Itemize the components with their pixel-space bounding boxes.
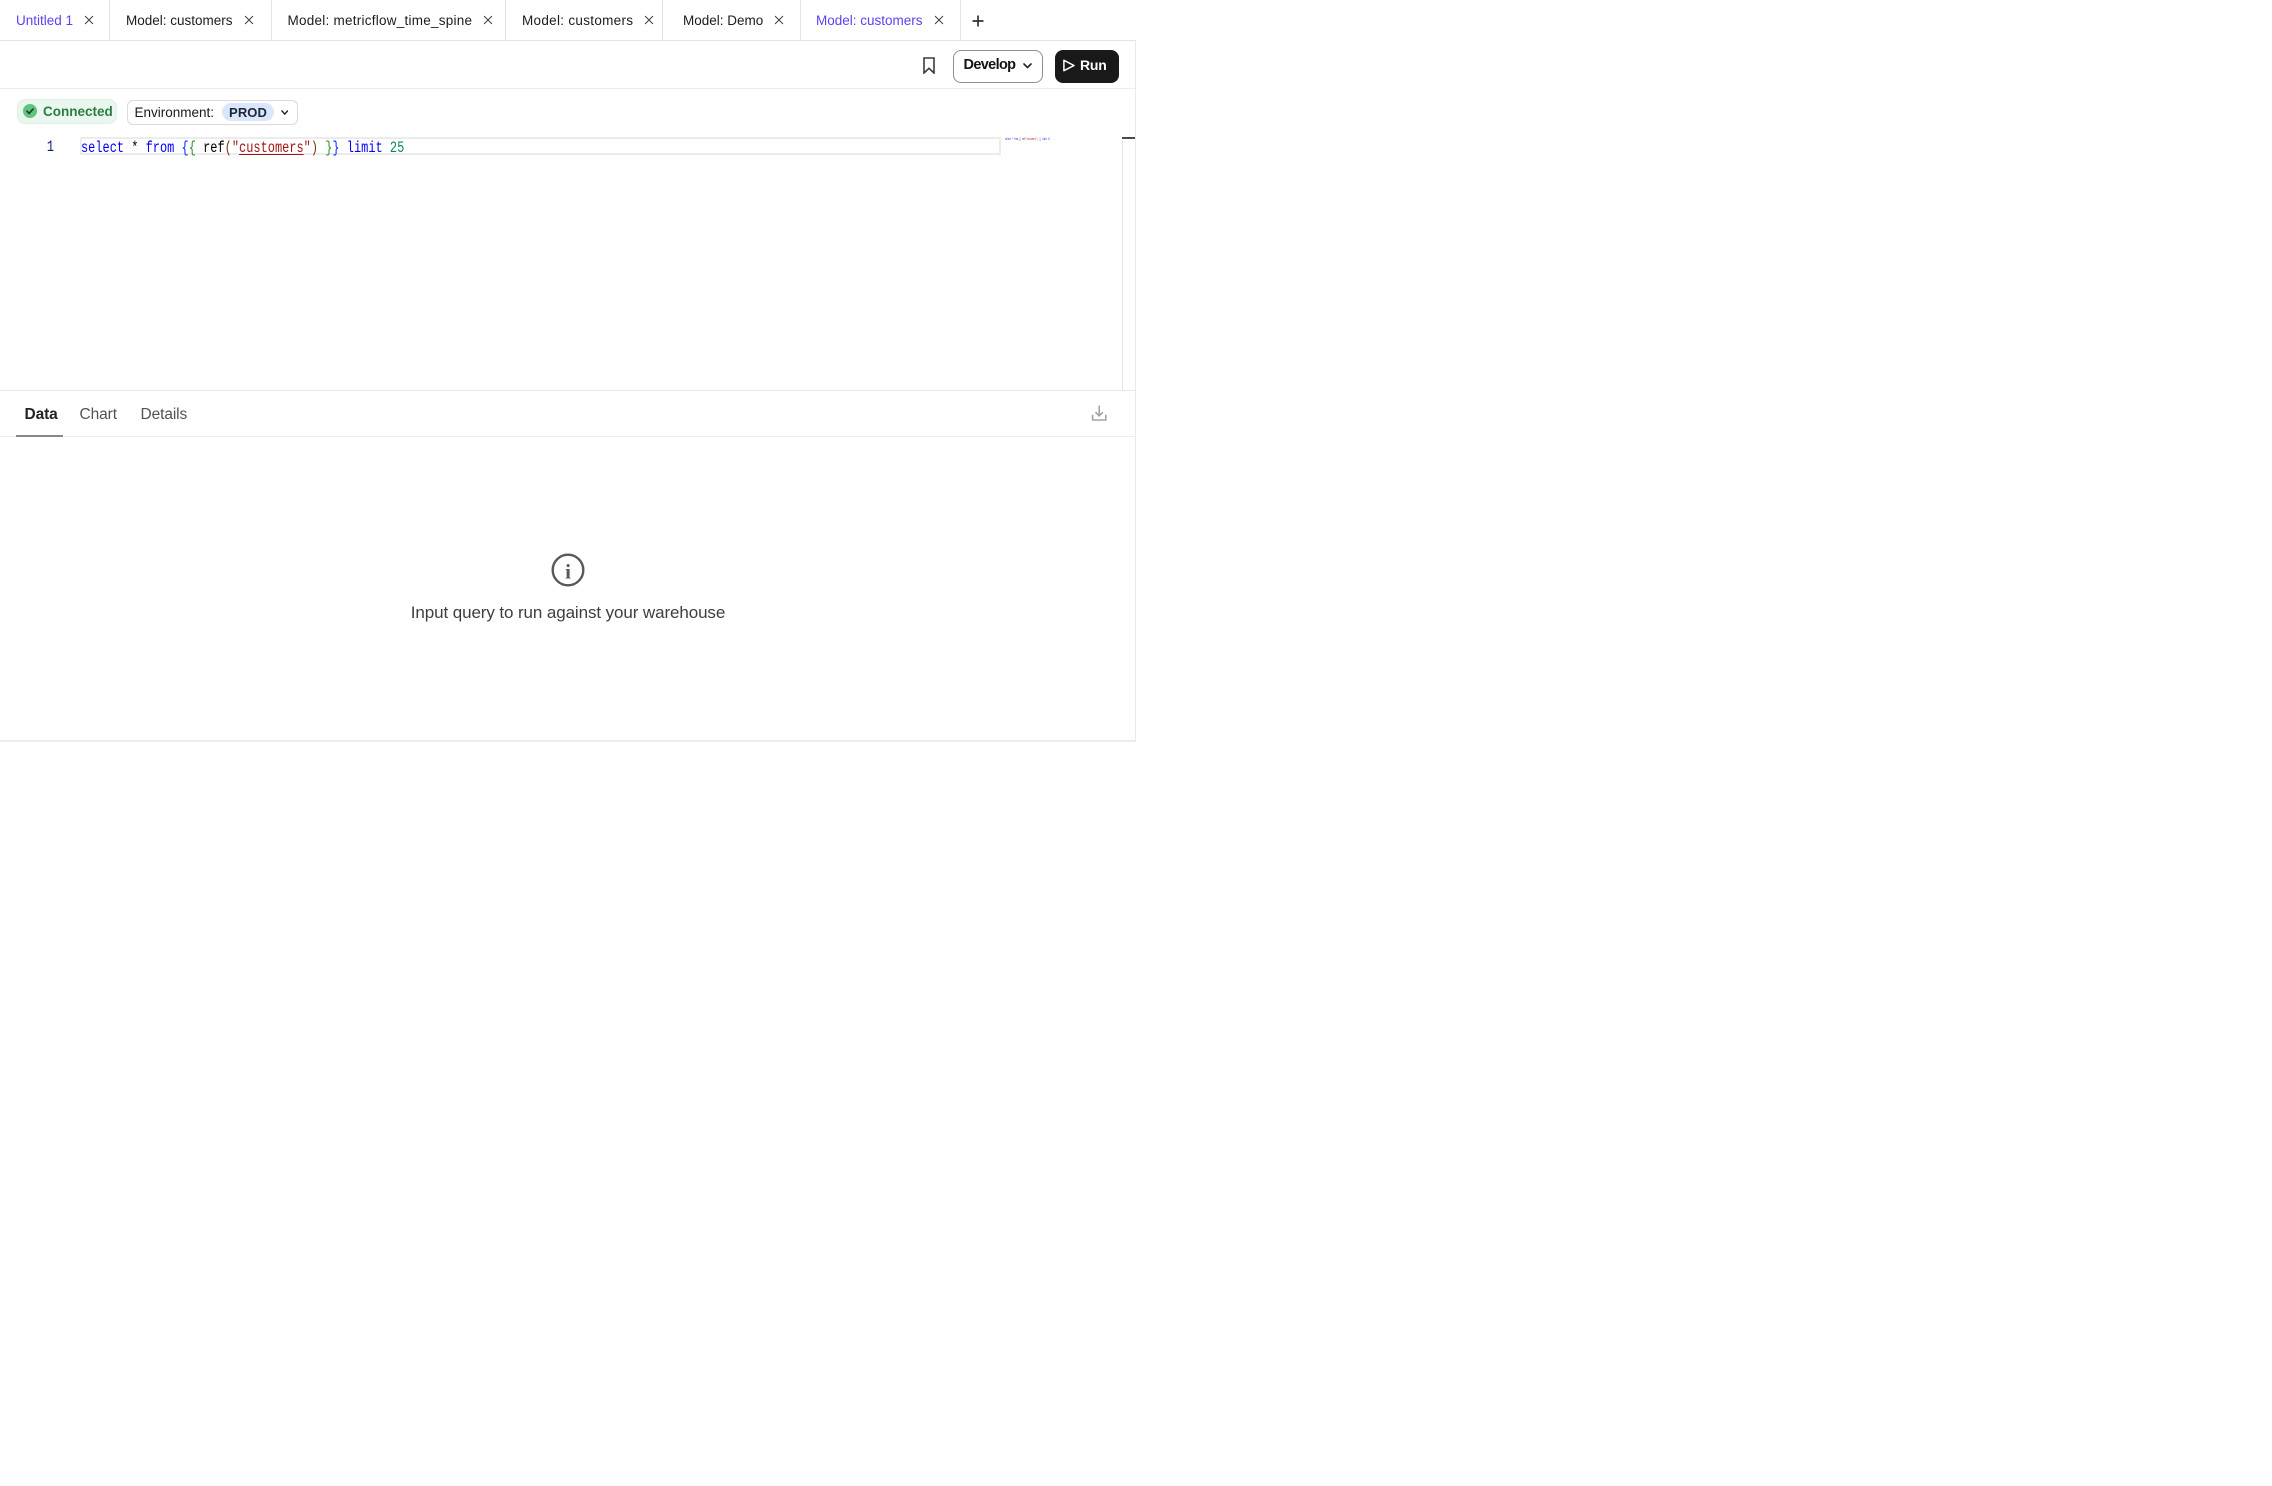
svg-text:i: i [565,559,571,583]
